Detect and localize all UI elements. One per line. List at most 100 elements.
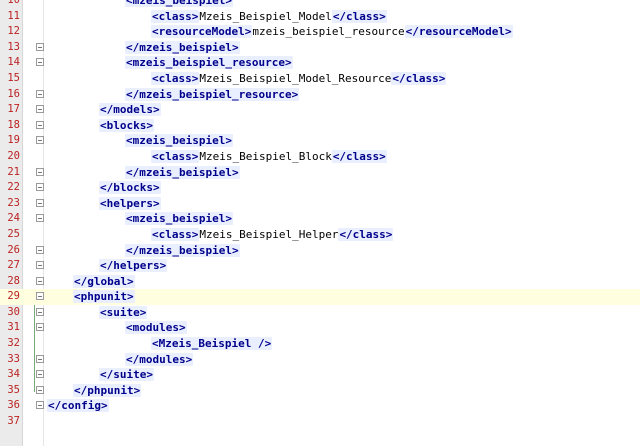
fold-end-icon[interactable]: [36, 105, 44, 114]
code-line[interactable]: 33 </modules>: [0, 352, 640, 368]
line-number: 14: [7, 56, 20, 69]
fold-end-icon[interactable]: [36, 245, 44, 254]
xml-tag: </suite>: [99, 368, 154, 382]
line-number: 26: [7, 243, 20, 256]
code-content: <class>Mzeis_Beispiel_Block</class>: [151, 149, 387, 165]
fold-collapse-icon[interactable]: [36, 136, 44, 145]
code-content: </mzeis_beispiel>: [125, 243, 240, 259]
code-content: </modules>: [125, 352, 194, 368]
fold-end-icon[interactable]: [36, 385, 44, 394]
code-line[interactable]: 19 <mzeis_beispiel>: [0, 133, 640, 149]
fold-collapse-icon[interactable]: [36, 307, 44, 316]
code-line[interactable]: 25 <class>Mzeis_Beispiel_Helper</class>: [0, 227, 640, 243]
fold-end-icon[interactable]: [36, 354, 44, 363]
code-line[interactable]: 12 <resourceModel>mzeis_beispiel_resource…: [0, 24, 640, 40]
line-number: 25: [7, 227, 20, 240]
code-content: </mzeis_beispiel>: [125, 40, 240, 56]
code-line[interactable]: 20 <class>Mzeis_Beispiel_Block</class>: [0, 149, 640, 165]
code-line[interactable]: 17 </models>: [0, 102, 640, 118]
code-line[interactable]: 28 </global>: [0, 274, 640, 290]
fold-collapse-icon[interactable]: [36, 58, 44, 67]
xml-tag: <Mzeis_Beispiel />: [151, 337, 273, 351]
code-line[interactable]: 21 </mzeis_beispiel>: [0, 165, 640, 181]
code-line[interactable]: 27 </helpers>: [0, 258, 640, 274]
line-number: 19: [7, 134, 20, 147]
code-content: <mzeis_beispiel>: [125, 133, 233, 149]
fold-collapse-icon[interactable]: [36, 120, 44, 129]
code-line[interactable]: 29 <phpunit>: [0, 289, 640, 305]
code-line[interactable]: 31 <modules>: [0, 320, 640, 336]
xml-tag: <phpunit>: [73, 290, 135, 304]
code-line[interactable]: 13 </mzeis_beispiel>: [0, 40, 640, 56]
code-content: </suite>: [99, 367, 154, 383]
line-number: 28: [7, 274, 20, 287]
code-line[interactable]: 32 <Mzeis_Beispiel />: [0, 336, 640, 352]
xml-tag: <helpers>: [99, 196, 161, 210]
xml-tag: <mzeis_beispiel>: [125, 134, 233, 148]
xml-tag: </blocks>: [99, 181, 161, 195]
code-line[interactable]: 18 <blocks>: [0, 118, 640, 134]
code-line[interactable]: 26 </mzeis_beispiel>: [0, 243, 640, 259]
line-number: 21: [7, 165, 20, 178]
xml-tag: </mzeis_beispiel>: [125, 243, 240, 257]
fold-end-icon[interactable]: [36, 276, 44, 285]
fold-collapse-icon[interactable]: [36, 214, 44, 223]
xml-tag: </class>: [331, 149, 387, 163]
fold-end-icon[interactable]: [36, 183, 44, 192]
xml-code-editor[interactable]: 10 <mzeis_beispiel> 11 <class>Mzeis_Beispie…: [0, 0, 640, 446]
xml-text: mzeis_beispiel_resource: [252, 25, 405, 39]
fold-end-icon[interactable]: [36, 89, 44, 98]
line-number: 23: [7, 196, 20, 209]
line-number: 11: [7, 9, 20, 22]
fold-collapse-icon[interactable]: [36, 198, 44, 207]
xml-tag: </helpers>: [99, 259, 168, 273]
code-content: <phpunit>: [73, 289, 135, 305]
code-content: <resourceModel>mzeis_beispiel_resource</…: [151, 24, 513, 40]
code-content: </global>: [73, 274, 135, 290]
code-line[interactable]: 22 </blocks>: [0, 180, 640, 196]
fold-end-icon[interactable]: [36, 370, 44, 379]
xml-tag: <resourceModel>: [151, 25, 253, 39]
xml-tag: </models>: [99, 103, 161, 117]
xml-tag: <mzeis_beispiel>: [125, 212, 233, 226]
code-line[interactable]: 24 <mzeis_beispiel>: [0, 211, 640, 227]
code-content: <class>Mzeis_Beispiel_Model_Resource</cl…: [151, 71, 447, 87]
code-content: </mzeis_beispiel_resource>: [125, 87, 300, 103]
xml-tag: <class>: [151, 149, 200, 163]
fold-end-icon[interactable]: [36, 42, 44, 51]
code-line[interactable]: 15 <class>Mzeis_Beispiel_Model_Resource</…: [0, 71, 640, 87]
line-number: 10: [7, 0, 20, 6]
line-number: 33: [7, 352, 20, 365]
code-line[interactable]: 37: [0, 414, 640, 430]
code-content: <modules>: [125, 320, 187, 336]
code-line[interactable]: 36 </config>: [0, 398, 640, 414]
fold-end-icon[interactable]: [36, 401, 44, 410]
xml-tag: </mzeis_beispiel>: [125, 40, 240, 54]
xml-text: Mzeis_Beispiel_Model: [199, 9, 332, 23]
code-line[interactable]: 35 </phpunit>: [0, 383, 640, 399]
fold-end-icon[interactable]: [36, 261, 44, 270]
code-line[interactable]: 23 <helpers>: [0, 196, 640, 212]
code-content: <class>Mzeis_Beispiel_Model</class>: [151, 9, 387, 25]
fold-collapse-icon[interactable]: [36, 323, 44, 332]
code-content: <Mzeis_Beispiel />: [151, 336, 273, 352]
code-line[interactable]: 30 <suite>: [0, 305, 640, 321]
code-lines[interactable]: 10 <mzeis_beispiel> 11 <class>Mzeis_Beispie…: [0, 0, 640, 430]
line-number: 29: [7, 290, 20, 303]
line-number: 31: [7, 321, 20, 334]
code-line[interactable]: 11 <class>Mzeis_Beispiel_Model</class>: [0, 9, 640, 25]
code-content: </config>: [47, 398, 109, 414]
xml-tag: <class>: [151, 9, 200, 23]
line-number: 35: [7, 383, 20, 396]
code-line[interactable]: 34 </suite>: [0, 367, 640, 383]
fold-collapse-icon[interactable]: [36, 292, 44, 301]
code-content: <class>Mzeis_Beispiel_Helper</class>: [151, 227, 394, 243]
code-line[interactable]: 10 <mzeis_beispiel>: [0, 0, 640, 9]
code-content: <blocks>: [99, 118, 154, 134]
fold-end-icon[interactable]: [36, 167, 44, 176]
xml-tag: </class>: [391, 71, 447, 85]
code-line[interactable]: 14 <mzeis_beispiel_resource>: [0, 55, 640, 71]
code-line[interactable]: 16 </mzeis_beispiel_resource>: [0, 87, 640, 103]
code-content: <mzeis_beispiel_resource>: [125, 55, 293, 71]
xml-tag: </class>: [331, 9, 387, 23]
